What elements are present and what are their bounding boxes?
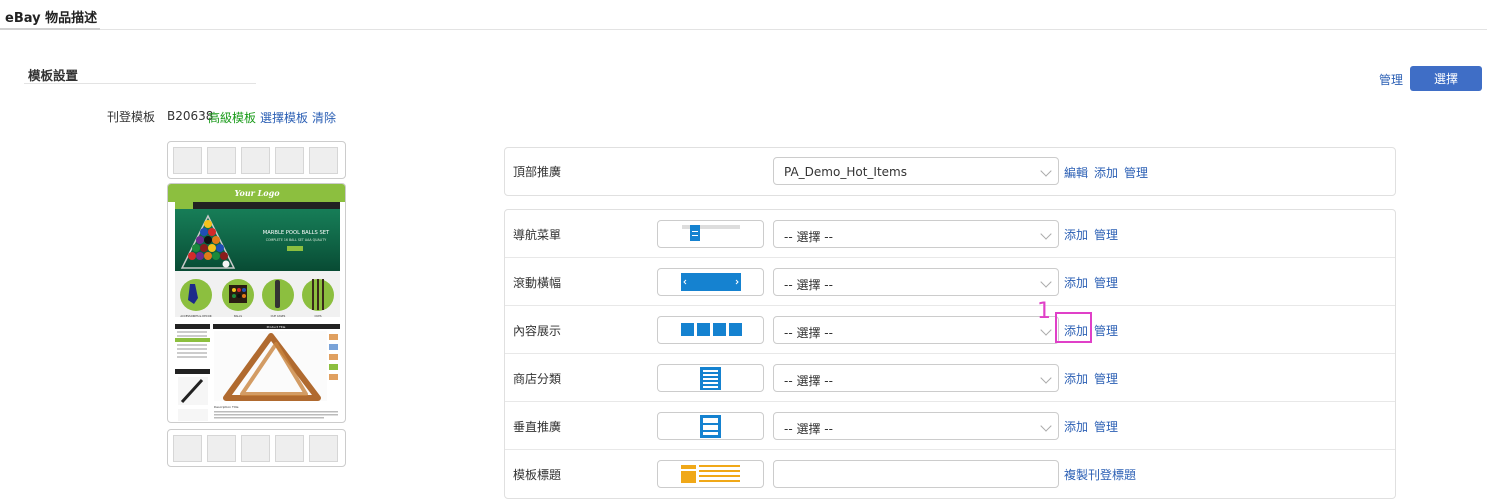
nav-menu-preview[interactable] bbox=[657, 220, 764, 248]
module-row-vertical-promo: 垂直推廣 -- 選擇 -- 添加 管理 bbox=[505, 402, 1395, 450]
add-link[interactable]: 添加 bbox=[1064, 418, 1088, 435]
module-row-template-title: 模板標題 複製刊登標題 bbox=[505, 450, 1395, 498]
advanced-template-link[interactable]: 高級模板 bbox=[208, 109, 256, 126]
annotation-highlight-box bbox=[1055, 312, 1092, 343]
grid-icon bbox=[681, 323, 742, 336]
module-label: 滾動橫幅 bbox=[513, 276, 562, 290]
top-promo-select-value: PA_Demo_Hot_Items bbox=[784, 165, 907, 179]
module-label: 模板標題 bbox=[513, 468, 562, 482]
thumbnail[interactable] bbox=[275, 147, 304, 174]
manage-link[interactable]: 管理 bbox=[1094, 370, 1118, 387]
chevron-down-icon bbox=[1040, 228, 1052, 240]
content-display-select[interactable]: -- 選擇 -- bbox=[773, 316, 1059, 344]
preview-product-title: Product Title bbox=[267, 325, 286, 329]
scroll-banner-icon bbox=[681, 273, 741, 291]
template-preview-image: Your Logo MARBLE POOL BALLS SET COMPLETE… bbox=[168, 184, 345, 421]
chevron-down-icon bbox=[1040, 165, 1052, 177]
preview-category-label: BALLS bbox=[234, 314, 242, 318]
add-link[interactable]: 添加 bbox=[1064, 226, 1088, 243]
module-label: 垂直推廣 bbox=[513, 420, 562, 434]
top-promo-add-link[interactable]: 添加 bbox=[1094, 164, 1118, 181]
thumbnail[interactable] bbox=[207, 435, 236, 462]
template-label: 刊登模板 bbox=[107, 110, 156, 124]
chevron-down-icon bbox=[1040, 324, 1052, 336]
preview-category-label: CUE CASES bbox=[271, 314, 286, 318]
manage-link[interactable]: 管理 bbox=[1094, 322, 1118, 339]
template-code: B20638 bbox=[167, 109, 214, 123]
module-label: 內容展示 bbox=[513, 324, 562, 338]
preview-banner-sub: COMPLETE 16 BALL SET AAA QUALITY bbox=[266, 238, 327, 242]
top-promo-edit-link[interactable]: 編輯 bbox=[1064, 164, 1088, 181]
thumbnail-strip-bottom bbox=[167, 429, 346, 467]
preview-logo: Your Logo bbox=[234, 188, 280, 198]
page-title: eBay 物品描述 bbox=[5, 11, 98, 26]
vertical-list-icon bbox=[700, 415, 721, 438]
thumbnail[interactable] bbox=[309, 147, 338, 174]
select-value: -- 選擇 -- bbox=[784, 422, 833, 436]
thumbnail[interactable] bbox=[173, 147, 202, 174]
module-row-store-category: 商店分類 -- 選擇 -- 添加 管理 bbox=[505, 354, 1395, 402]
thumbnail[interactable] bbox=[309, 435, 338, 462]
nav-menu-select[interactable]: -- 選擇 -- bbox=[773, 220, 1059, 248]
preview-description-title: Description Title bbox=[214, 405, 239, 409]
add-link[interactable]: 添加 bbox=[1064, 274, 1088, 291]
module-label: 導航菜單 bbox=[513, 228, 562, 242]
title-layout-icon bbox=[681, 465, 740, 483]
manage-link[interactable]: 管理 bbox=[1094, 274, 1118, 291]
top-promo-label: 頂部推廣 bbox=[513, 165, 562, 179]
module-row-nav-menu: 導航菜單 -- 選擇 -- 添加 管理 bbox=[505, 210, 1395, 258]
choose-template-link[interactable]: 選擇模板 bbox=[260, 109, 308, 126]
vertical-promo-select[interactable]: -- 選擇 -- bbox=[773, 412, 1059, 440]
select-value: -- 選擇 -- bbox=[784, 326, 833, 340]
chevron-down-icon bbox=[1040, 420, 1052, 432]
select-button[interactable]: 選擇 bbox=[1410, 66, 1482, 91]
clear-template-link[interactable]: 清除 bbox=[312, 109, 336, 126]
store-category-select[interactable]: -- 選擇 -- bbox=[773, 364, 1059, 392]
add-link[interactable]: 添加 bbox=[1064, 370, 1088, 387]
preview-category-label: ACCESSORIES & DECOR bbox=[180, 314, 211, 318]
manage-link[interactable]: 管理 bbox=[1094, 418, 1118, 435]
module-row-banner: 滾動橫幅 -- 選擇 -- 添加 管理 bbox=[505, 258, 1395, 306]
preview-category-label: CUES bbox=[315, 314, 322, 318]
manage-link[interactable]: 管理 bbox=[1379, 71, 1403, 88]
store-category-preview[interactable] bbox=[657, 364, 764, 392]
chevron-down-icon bbox=[1040, 276, 1052, 288]
vertical-promo-preview[interactable] bbox=[657, 412, 764, 440]
thumbnail[interactable] bbox=[173, 435, 202, 462]
section-divider bbox=[24, 83, 256, 84]
thumbnail[interactable] bbox=[241, 147, 270, 174]
template-preview: Your Logo MARBLE POOL BALLS SET COMPLETE… bbox=[167, 183, 346, 423]
section-title: 模板設置 bbox=[28, 68, 79, 83]
module-row-content-display: 內容展示 -- 選擇 -- 添加 管理 bbox=[505, 306, 1395, 354]
page-header: eBay 物品描述 bbox=[0, 0, 1487, 30]
select-value: -- 選擇 -- bbox=[784, 230, 833, 244]
top-promo-row: 頂部推廣 PA_Demo_Hot_Items 編輯 添加 管理 bbox=[505, 148, 1395, 196]
top-promo-panel: 頂部推廣 PA_Demo_Hot_Items 編輯 添加 管理 bbox=[504, 147, 1396, 196]
annotation-marker: 1 bbox=[1037, 299, 1051, 324]
content-display-preview[interactable] bbox=[657, 316, 764, 344]
manage-link[interactable]: 管理 bbox=[1094, 226, 1118, 243]
banner-select[interactable]: -- 選擇 -- bbox=[773, 268, 1059, 296]
page-title-underline bbox=[0, 28, 100, 30]
template-title-input[interactable] bbox=[773, 460, 1059, 488]
banner-preview[interactable] bbox=[657, 268, 764, 296]
preview-banner-title: MARBLE POOL BALLS SET bbox=[263, 230, 330, 236]
thumbnail-strip-top bbox=[167, 141, 346, 179]
list-icon bbox=[700, 367, 721, 390]
copy-listing-title-link[interactable]: 複製刊登標題 bbox=[1064, 466, 1136, 483]
thumbnail[interactable] bbox=[207, 147, 236, 174]
thumbnail[interactable] bbox=[241, 435, 270, 462]
top-promo-manage-link[interactable]: 管理 bbox=[1124, 164, 1148, 181]
modules-panel: 導航菜單 -- 選擇 -- 添加 管理 滾動橫幅 -- 選擇 -- 添加 管理 … bbox=[504, 209, 1396, 499]
module-label: 商店分類 bbox=[513, 372, 562, 386]
chevron-down-icon bbox=[1040, 372, 1052, 384]
select-value: -- 選擇 -- bbox=[784, 278, 833, 292]
nav-menu-icon bbox=[682, 225, 740, 241]
thumbnail[interactable] bbox=[275, 435, 304, 462]
select-value: -- 選擇 -- bbox=[784, 374, 833, 388]
top-promo-select[interactable]: PA_Demo_Hot_Items bbox=[773, 157, 1059, 185]
template-title-preview[interactable] bbox=[657, 460, 764, 488]
